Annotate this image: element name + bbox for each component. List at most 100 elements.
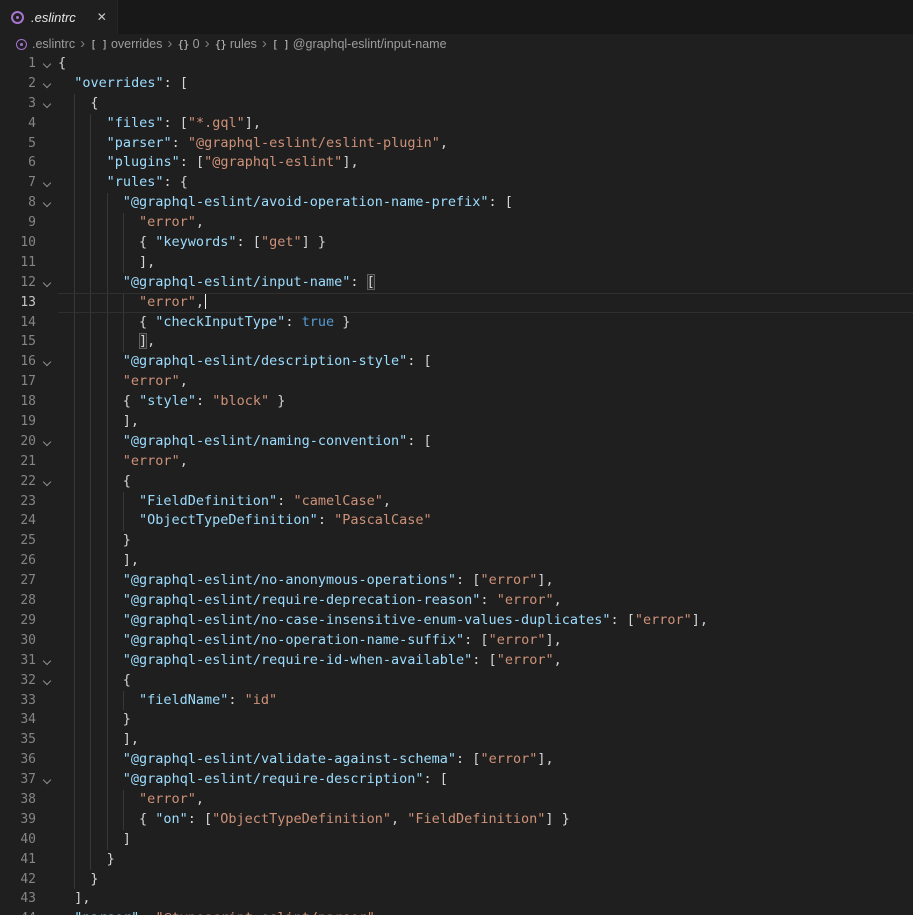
fold-chevron-icon[interactable] xyxy=(38,74,58,94)
line-number[interactable]: 12 xyxy=(0,273,38,293)
code-line[interactable]: 37"@graphql-eslint/require-description":… xyxy=(0,770,913,790)
breadcrumb-item[interactable]: {}rules xyxy=(215,37,257,51)
code-line[interactable]: 27"@graphql-eslint/no-anonymous-operatio… xyxy=(0,571,913,591)
line-number[interactable]: 37 xyxy=(0,770,38,790)
line-number[interactable]: 33 xyxy=(0,691,38,711)
line-number[interactable]: 26 xyxy=(0,551,38,571)
line-number[interactable]: 1 xyxy=(0,54,38,74)
code-line[interactable]: 42} xyxy=(0,870,913,890)
line-number[interactable]: 6 xyxy=(0,153,38,173)
code-line[interactable]: 29"@graphql-eslint/no-case-insensitive-e… xyxy=(0,611,913,631)
line-number[interactable]: 11 xyxy=(0,253,38,273)
code-line[interactable]: 33"fieldName": "id" xyxy=(0,691,913,711)
code-line[interactable]: 17"error", xyxy=(0,372,913,392)
breadcrumb-item[interactable]: [ ]@graphql-eslint/input-name xyxy=(272,37,447,51)
code-line[interactable]: 6"plugins": ["@graphql-eslint"], xyxy=(0,153,913,173)
fold-chevron-icon[interactable] xyxy=(38,94,58,114)
line-number[interactable]: 2 xyxy=(0,74,38,94)
breadcrumb-item-file[interactable]: .eslintrc xyxy=(32,37,75,51)
code-line[interactable]: 4"files": ["*.gql"], xyxy=(0,114,913,134)
code-line[interactable]: 8"@graphql-eslint/avoid-operation-name-p… xyxy=(0,193,913,213)
line-number[interactable]: 18 xyxy=(0,392,38,412)
line-number[interactable]: 35 xyxy=(0,730,38,750)
code-line[interactable]: 12"@graphql-eslint/input-name": [ xyxy=(0,273,913,293)
code-line[interactable]: 41} xyxy=(0,850,913,870)
line-number[interactable]: 5 xyxy=(0,134,38,154)
code-line[interactable]: 5"parser": "@graphql-eslint/eslint-plugi… xyxy=(0,134,913,154)
line-number[interactable]: 39 xyxy=(0,810,38,830)
close-icon[interactable]: ✕ xyxy=(97,11,107,23)
line-number[interactable]: 14 xyxy=(0,313,38,333)
line-number[interactable]: 40 xyxy=(0,830,38,850)
code-line[interactable]: 32{ xyxy=(0,671,913,691)
code-line[interactable]: 3{ xyxy=(0,94,913,114)
line-number[interactable]: 17 xyxy=(0,372,38,392)
breadcrumb-item[interactable]: [ ]overrides xyxy=(90,37,162,51)
fold-chevron-icon[interactable] xyxy=(38,193,58,213)
line-number[interactable]: 24 xyxy=(0,511,38,531)
line-number[interactable]: 7 xyxy=(0,173,38,193)
line-number[interactable]: 31 xyxy=(0,651,38,671)
fold-chevron-icon[interactable] xyxy=(38,54,58,74)
line-number[interactable]: 4 xyxy=(0,114,38,134)
line-number[interactable]: 3 xyxy=(0,94,38,114)
line-number[interactable]: 10 xyxy=(0,233,38,253)
code-line[interactable]: 35], xyxy=(0,730,913,750)
code-line[interactable]: 1{ xyxy=(0,54,913,74)
code-line[interactable]: 15], xyxy=(0,332,913,352)
code-line[interactable]: 2"overrides": [ xyxy=(0,74,913,94)
code-line[interactable]: 9"error", xyxy=(0,213,913,233)
code-line[interactable]: 31"@graphql-eslint/require-id-when-avail… xyxy=(0,651,913,671)
line-number[interactable]: 8 xyxy=(0,193,38,213)
line-number[interactable]: 15 xyxy=(0,332,38,352)
line-number[interactable]: 20 xyxy=(0,432,38,452)
line-number[interactable]: 44 xyxy=(0,909,38,915)
fold-chevron-icon[interactable] xyxy=(38,273,58,293)
code-line[interactable]: 16"@graphql-eslint/description-style": [ xyxy=(0,352,913,372)
code-line[interactable]: 7"rules": { xyxy=(0,173,913,193)
code-line[interactable]: 22{ xyxy=(0,472,913,492)
code-line[interactable]: 14{ "checkInputType": true } xyxy=(0,313,913,333)
fold-chevron-icon[interactable] xyxy=(38,432,58,452)
code-line[interactable]: 24"ObjectTypeDefinition": "PascalCase" xyxy=(0,511,913,531)
fold-chevron-icon[interactable] xyxy=(38,472,58,492)
code-line[interactable]: 20"@graphql-eslint/naming-convention": [ xyxy=(0,432,913,452)
code-line[interactable]: 40] xyxy=(0,830,913,850)
line-number[interactable]: 22 xyxy=(0,472,38,492)
fold-chevron-icon[interactable] xyxy=(38,770,58,790)
code-line[interactable]: 34} xyxy=(0,710,913,730)
code-line[interactable]: 13"error", xyxy=(0,293,913,313)
code-line[interactable]: 11], xyxy=(0,253,913,273)
line-number[interactable]: 16 xyxy=(0,352,38,372)
code-line[interactable]: 30"@graphql-eslint/no-operation-name-suf… xyxy=(0,631,913,651)
line-number[interactable]: 29 xyxy=(0,611,38,631)
code-line[interactable]: 18{ "style": "block" } xyxy=(0,392,913,412)
fold-chevron-icon[interactable] xyxy=(38,671,58,691)
line-number[interactable]: 42 xyxy=(0,870,38,890)
fold-chevron-icon[interactable] xyxy=(38,173,58,193)
code-line[interactable]: 19], xyxy=(0,412,913,432)
breadcrumb-item[interactable]: {}0 xyxy=(177,37,199,51)
line-number[interactable]: 32 xyxy=(0,671,38,691)
line-number[interactable]: 13 xyxy=(0,293,38,313)
line-number[interactable]: 43 xyxy=(0,889,38,909)
code-line[interactable]: 43], xyxy=(0,889,913,909)
code-line[interactable]: 21"error", xyxy=(0,452,913,472)
code-line[interactable]: 23"FieldDefinition": "camelCase", xyxy=(0,492,913,512)
fold-chevron-icon[interactable] xyxy=(38,651,58,671)
code-line[interactable]: 28"@graphql-eslint/require-deprecation-r… xyxy=(0,591,913,611)
line-number[interactable]: 19 xyxy=(0,412,38,432)
tab-eslintrc[interactable]: .eslintrc ✕ xyxy=(0,0,118,34)
code-line[interactable]: 39{ "on": ["ObjectTypeDefinition", "Fiel… xyxy=(0,810,913,830)
line-number[interactable]: 38 xyxy=(0,790,38,810)
code-line[interactable]: 38"error", xyxy=(0,790,913,810)
line-number[interactable]: 34 xyxy=(0,710,38,730)
line-number[interactable]: 30 xyxy=(0,631,38,651)
code-line[interactable]: 26], xyxy=(0,551,913,571)
code-line[interactable]: 44"parser": "@typescript-eslint/parser" xyxy=(0,909,913,915)
line-number[interactable]: 9 xyxy=(0,213,38,233)
line-number[interactable]: 21 xyxy=(0,452,38,472)
line-number[interactable]: 41 xyxy=(0,850,38,870)
line-number[interactable]: 25 xyxy=(0,531,38,551)
code-line[interactable]: 25} xyxy=(0,531,913,551)
